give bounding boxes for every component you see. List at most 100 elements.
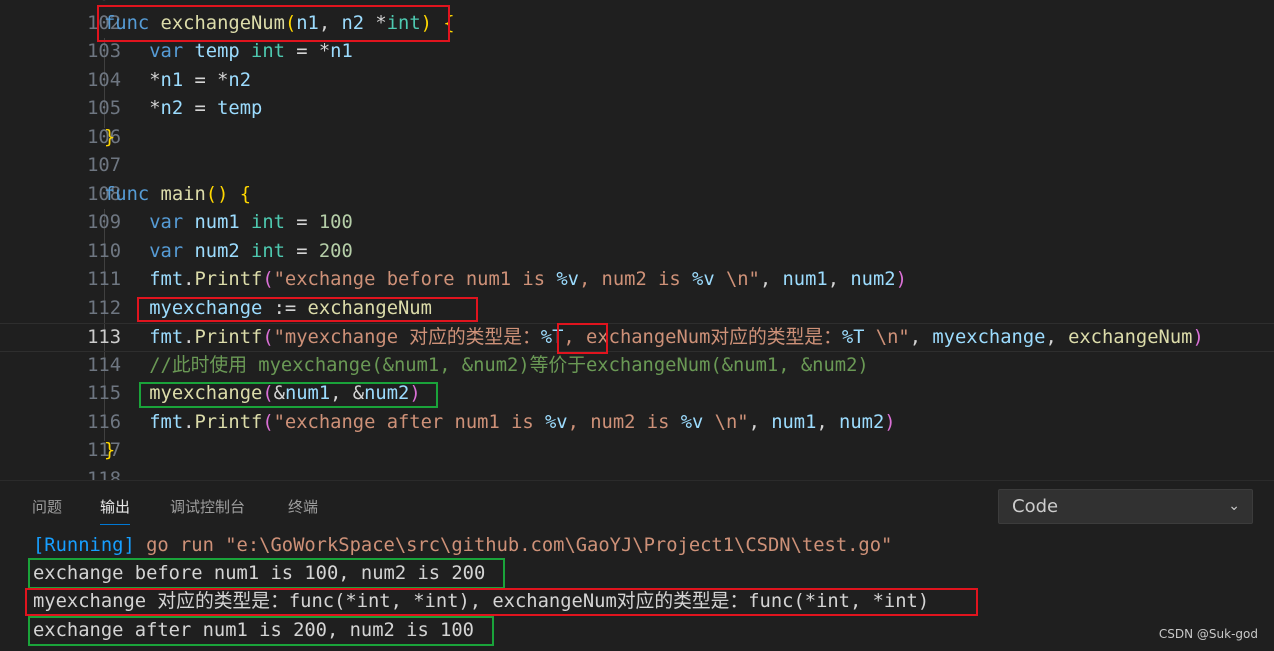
code-token: var: [149, 240, 184, 262]
code-text: fmt.Printf("exchange before num1 is %v, …: [104, 266, 907, 295]
code-line[interactable]: 113 fmt.Printf("myexchange 对应的类型是：%T, ex…: [0, 323, 1274, 352]
code-token: exchangeNum: [307, 297, 432, 319]
running-tag: [Running]: [33, 535, 135, 556]
code-token: "exchange before num1 is: [273, 269, 557, 290]
code-token: temp: [194, 41, 240, 62]
code-text: var num2 int = 200: [104, 238, 353, 267]
code-token: ,: [827, 269, 851, 290]
code-line[interactable]: 116 fmt.Printf("exchange after num1 is %…: [0, 409, 1274, 438]
code-token: n2: [228, 69, 252, 91]
line-number: 116: [87, 411, 121, 433]
code-line[interactable]: 112 myexchange := exchangeNum: [0, 295, 1274, 324]
code-text: fmt.Printf("exchange after num1 is %v, n…: [104, 409, 895, 438]
code-line[interactable]: 110 var num2 int = 200: [0, 238, 1274, 267]
code-line[interactable]: 109 var num1 int = 100: [0, 209, 1274, 238]
code-line[interactable]: 114 //此时使用 myexchange(&num1, &num2)等价于ex…: [0, 352, 1274, 381]
code-token: =: [284, 240, 319, 262]
code-token: func: [104, 12, 150, 34]
tab-problems[interactable]: 问题: [32, 495, 62, 525]
code-line[interactable]: 102 func exchangeNum(n1, n2 *int) {: [0, 10, 1274, 39]
code-text: }: [104, 124, 115, 153]
tab-terminal[interactable]: 终端: [288, 495, 318, 525]
code-token: =: [183, 98, 218, 119]
code-token: 100: [318, 212, 353, 233]
code-token: {: [443, 12, 455, 34]
code-token: (: [262, 327, 274, 348]
tab-output[interactable]: 输出: [100, 495, 131, 525]
code-line[interactable]: 111 fmt.Printf("exchange before num1 is …: [0, 266, 1274, 295]
code-token: ,: [318, 12, 342, 34]
code-token: func: [104, 183, 150, 205]
code-text: myexchange := exchangeNum: [104, 295, 432, 324]
chevron-down-icon: ⌄: [1228, 498, 1240, 514]
code-token: ): [420, 12, 432, 34]
code-line[interactable]: 104 *n1 = *n2: [0, 67, 1274, 96]
line-number: 111: [87, 269, 121, 290]
code-token: num2: [839, 411, 885, 433]
line-number: 117: [87, 440, 121, 461]
code-text: func main() {: [104, 181, 251, 210]
code-line[interactable]: 105 *n2 = temp: [0, 95, 1274, 124]
code-token: num1: [284, 383, 331, 404]
line-number: 109: [87, 212, 121, 233]
code-token: n2: [160, 98, 184, 119]
code-token: = *: [284, 41, 331, 62]
code-token: \n": [864, 327, 910, 348]
code-token: 200: [318, 240, 353, 262]
code-token: ): [895, 269, 907, 290]
code-line[interactable]: 115 myexchange(&num1, &num2): [0, 380, 1274, 409]
code-line[interactable]: 101: [0, 0, 1274, 10]
code-token: ,: [1045, 327, 1069, 348]
line-number: 104: [87, 69, 121, 91]
code-token: (: [262, 269, 274, 290]
code-token: ,: [816, 411, 840, 433]
code-line[interactable]: 117}: [0, 437, 1274, 466]
code-text: //此时使用 myexchange(&num1, &num2)等价于exchan…: [104, 352, 869, 381]
tab-debug-console[interactable]: 调试控制台: [170, 495, 245, 525]
line-number: 108: [87, 183, 121, 205]
code-token: , &: [330, 383, 365, 404]
code-token: }: [104, 440, 116, 461]
code-line[interactable]: 107: [0, 152, 1274, 181]
code-token: int: [251, 41, 285, 62]
code-token: num1: [782, 269, 828, 290]
code-line[interactable]: 108 func main() {: [0, 181, 1274, 210]
code-token: //此时使用 myexchange(&num1, &num2)等价于exchan…: [149, 354, 869, 376]
code-token: &: [273, 383, 285, 404]
code-token: %T: [841, 327, 865, 348]
code-token: exchangeNum: [1068, 327, 1193, 348]
code-token: n1: [160, 69, 184, 91]
line-number: 101: [0, 0, 121, 10]
code-token: main: [160, 183, 206, 205]
code-token: \n": [703, 411, 749, 433]
code-token: = *: [183, 69, 229, 91]
code-text: var num1 int = 100: [104, 209, 353, 238]
code-line[interactable]: 118: [0, 466, 1274, 481]
code-token: temp: [217, 98, 263, 119]
code-editor[interactable]: 101102func exchangeNum(n1, n2 *int) {103…: [0, 0, 1274, 480]
code-token: "exchange after num1 is: [273, 411, 545, 433]
line-number: 118: [87, 468, 121, 481]
output-channel-select[interactable]: Code ⌄: [998, 489, 1253, 524]
code-token: ,: [759, 269, 783, 290]
line-number: 110: [87, 240, 121, 262]
code-token: (): [205, 183, 229, 205]
code-token: exchangeNum: [160, 12, 285, 34]
code-token: myexchange: [149, 383, 263, 404]
line-number: 106: [87, 126, 121, 148]
code-token: %T: [540, 327, 564, 348]
code-line[interactable]: 106}: [0, 124, 1274, 153]
code-token: , num2 is: [567, 411, 681, 433]
code-line[interactable]: 103 var temp int = *n1: [0, 38, 1274, 67]
